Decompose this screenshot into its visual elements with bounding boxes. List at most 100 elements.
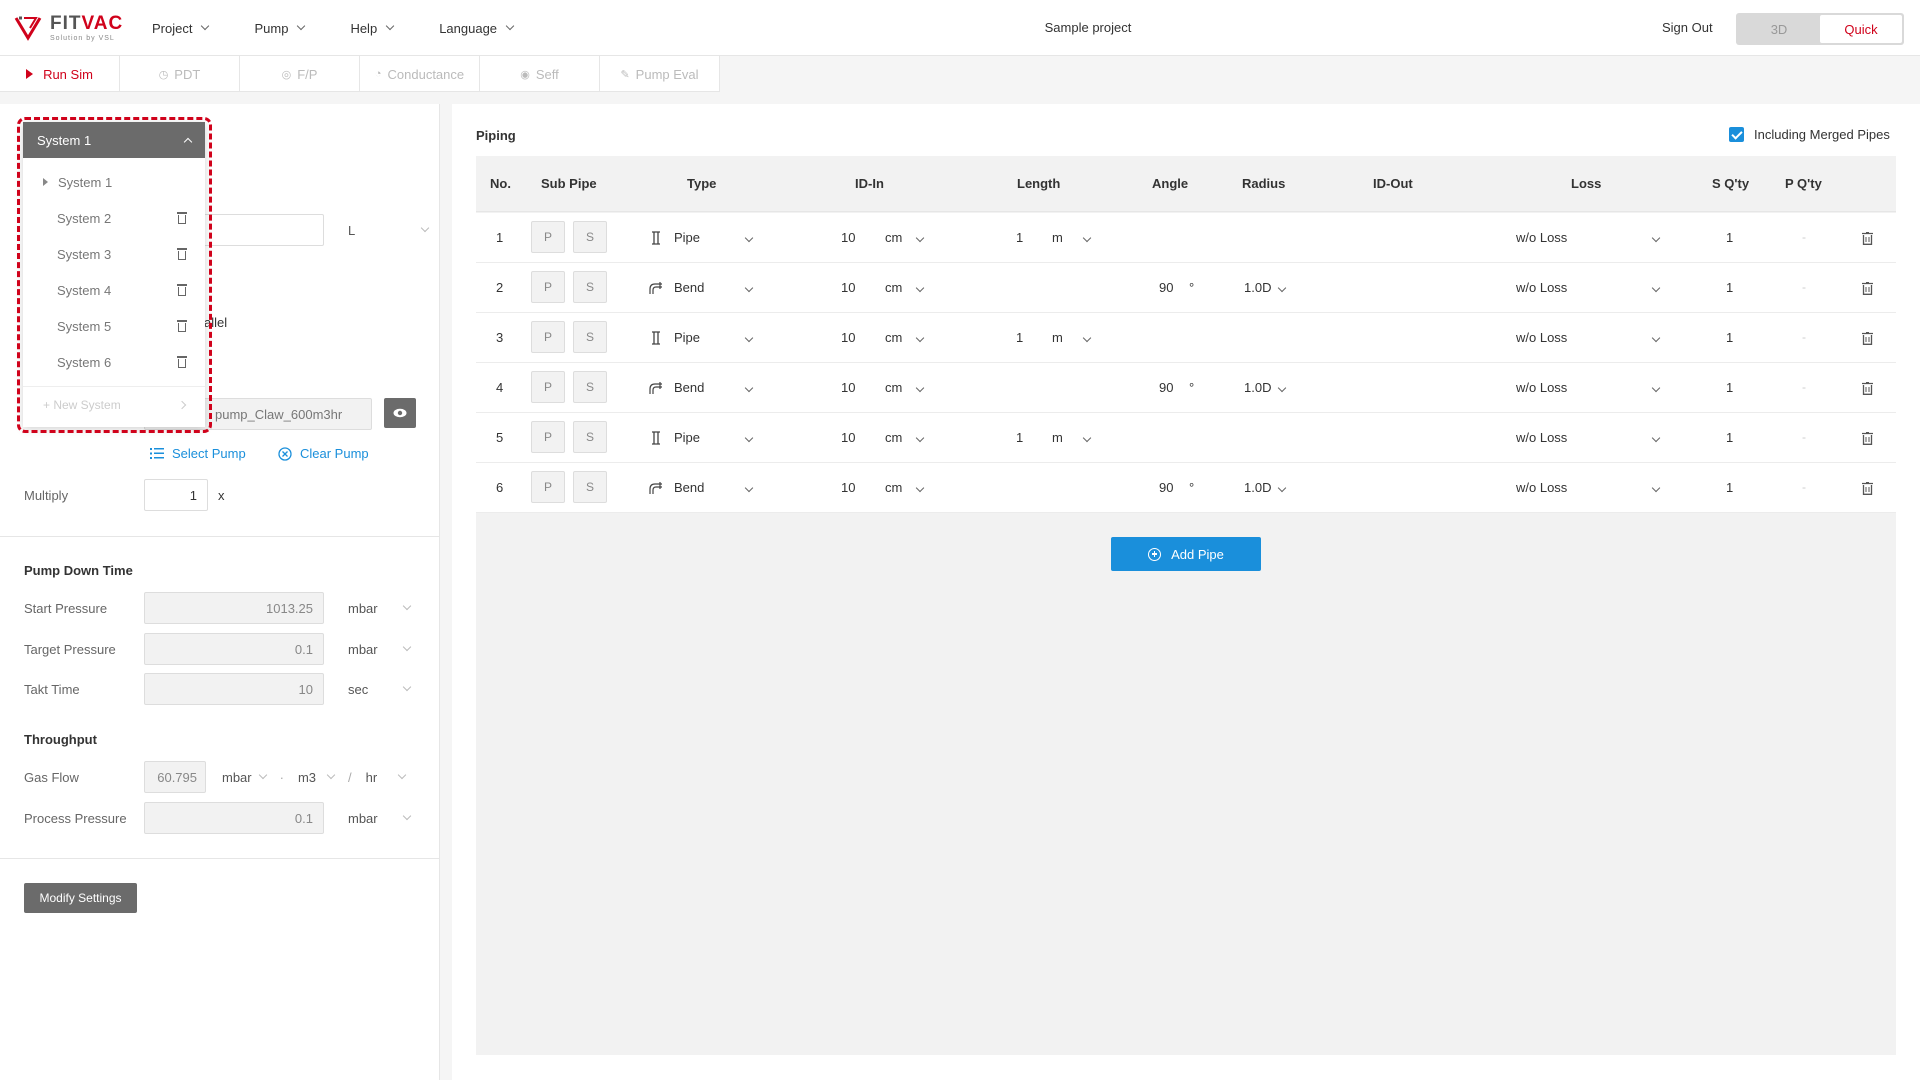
menu-project[interactable]: Project	[152, 21, 210, 36]
sub-pipe-s-button[interactable]: S	[573, 271, 607, 303]
s-qty-input[interactable]: 1	[1726, 280, 1733, 295]
trash-icon[interactable]	[1862, 232, 1873, 245]
process-pressure-unit-select[interactable]: mbar	[348, 811, 412, 826]
length-input[interactable]: 1	[1016, 230, 1023, 245]
sign-out-link[interactable]: Sign Out	[1662, 20, 1713, 35]
chevron-down-icon	[1651, 283, 1661, 293]
start-pressure-unit-select[interactable]: mbar	[348, 601, 412, 616]
length-input[interactable]: 1	[1016, 430, 1023, 445]
trash-icon[interactable]	[1862, 332, 1873, 345]
length-unit-select[interactable]: m	[1052, 330, 1063, 345]
length-unit-select[interactable]: m	[1052, 430, 1063, 445]
id-in-unit-select[interactable]: cm	[885, 430, 902, 445]
id-in-unit-select[interactable]: cm	[885, 230, 902, 245]
sub-pipe-s-button[interactable]: S	[573, 321, 607, 353]
id-in-unit-select[interactable]: cm	[885, 330, 902, 345]
sub-pipe-p-button[interactable]: P	[531, 271, 565, 303]
s-qty-input[interactable]: 1	[1726, 430, 1733, 445]
loss-select[interactable]: w/o Loss	[1516, 430, 1567, 445]
sub-pipe-p-button[interactable]: P	[531, 421, 565, 453]
angle-input[interactable]: 90	[1159, 280, 1173, 295]
chevron-down-icon	[326, 770, 336, 780]
radius-select[interactable]: 1.0D	[1244, 380, 1271, 395]
fp-button[interactable]: ◎ F/P	[240, 56, 360, 92]
pump-eval-button[interactable]: ✎ Pump Eval	[600, 56, 720, 92]
target-pressure-input[interactable]: 0.1	[144, 633, 324, 665]
menu-help[interactable]: Help	[350, 21, 395, 36]
id-in-input[interactable]: 10	[841, 230, 855, 245]
length-input[interactable]: 1	[1016, 330, 1023, 345]
process-pressure-input[interactable]: 0.1	[144, 802, 324, 834]
add-pipe-button[interactable]: Add Pipe	[1111, 537, 1261, 571]
id-in-unit-select[interactable]: cm	[885, 380, 902, 395]
s-qty-input[interactable]: 1	[1726, 230, 1733, 245]
s-qty-input[interactable]: 1	[1726, 380, 1733, 395]
trash-icon[interactable]	[1862, 432, 1873, 445]
trash-icon[interactable]	[1862, 382, 1873, 395]
id-in-input[interactable]: 10	[841, 430, 855, 445]
multiply-input[interactable]: 1	[144, 479, 208, 511]
multiply-suffix: x	[218, 487, 225, 503]
id-in-unit-select[interactable]: cm	[885, 480, 902, 495]
gas-flow-unit1-select[interactable]: mbar	[222, 770, 267, 785]
sub-pipe-s-button[interactable]: S	[573, 421, 607, 453]
type-select[interactable]: Bend	[674, 380, 704, 395]
modify-settings-button[interactable]: Modify Settings	[24, 883, 137, 913]
mode-quick-button[interactable]: Quick	[1820, 15, 1902, 43]
chevron-down-icon	[915, 283, 925, 293]
run-sim-button[interactable]: Run Sim	[0, 56, 120, 92]
conductance-button[interactable]: ◔ Conductance	[360, 56, 480, 92]
sub-pipe-s-button[interactable]: S	[573, 471, 607, 503]
type-select[interactable]: Pipe	[674, 430, 700, 445]
id-in-input[interactable]: 10	[841, 280, 855, 295]
radius-select[interactable]: 1.0D	[1244, 280, 1271, 295]
gas-flow-unit3-select[interactable]: hr	[366, 770, 407, 785]
p-qty-value: -	[1802, 430, 1806, 444]
angle-input[interactable]: 90	[1159, 480, 1173, 495]
length-unit-select[interactable]: m	[1052, 230, 1063, 245]
seff-button[interactable]: ◉ Seff	[480, 56, 600, 92]
start-pressure-input[interactable]: 1013.25	[144, 592, 324, 624]
type-select[interactable]: Bend	[674, 480, 704, 495]
sub-pipe-s-button[interactable]: S	[573, 221, 607, 253]
angle-input[interactable]: 90	[1159, 380, 1173, 395]
mode-3d-button[interactable]: 3D	[1738, 15, 1820, 43]
loss-select[interactable]: w/o Loss	[1516, 480, 1567, 495]
type-select[interactable]: Bend	[674, 280, 704, 295]
loss-select[interactable]: w/o Loss	[1516, 330, 1567, 345]
s-qty-input[interactable]: 1	[1726, 330, 1733, 345]
sub-pipe-p-button[interactable]: P	[531, 321, 565, 353]
loss-select[interactable]: w/o Loss	[1516, 380, 1567, 395]
including-merged-pipes-checkbox[interactable]: Including Merged Pipes	[1729, 127, 1890, 142]
radius-select[interactable]: 1.0D	[1244, 480, 1271, 495]
s-qty-input[interactable]: 1	[1726, 480, 1733, 495]
chevron-down-icon	[402, 601, 412, 611]
fitvac-logo[interactable]: FITVAC Solution by VSL	[14, 14, 123, 42]
loss-select[interactable]: w/o Loss	[1516, 230, 1567, 245]
volume-unit-select[interactable]: L	[348, 223, 430, 238]
gas-flow-input[interactable]: 60.795	[144, 761, 206, 793]
view-pump-button[interactable]	[384, 398, 416, 428]
menu-pump[interactable]: Pump	[254, 21, 306, 36]
pdt-button[interactable]: ◷ PDT	[120, 56, 240, 92]
type-select[interactable]: Pipe	[674, 330, 700, 345]
takt-time-input[interactable]: 10	[144, 673, 324, 705]
sub-pipe-p-button[interactable]: P	[531, 221, 565, 253]
target-pressure-unit-select[interactable]: mbar	[348, 642, 412, 657]
clear-pump-link[interactable]: Clear Pump	[278, 446, 369, 461]
id-in-unit-select[interactable]: cm	[885, 280, 902, 295]
id-in-input[interactable]: 10	[841, 480, 855, 495]
sub-pipe-p-button[interactable]: P	[531, 471, 565, 503]
trash-icon[interactable]	[1862, 282, 1873, 295]
sub-pipe-p-button[interactable]: P	[531, 371, 565, 403]
gas-flow-unit2-select[interactable]: m3	[298, 770, 336, 785]
id-in-input[interactable]: 10	[841, 330, 855, 345]
trash-icon[interactable]	[1862, 482, 1873, 495]
loss-select[interactable]: w/o Loss	[1516, 280, 1567, 295]
takt-time-unit-select[interactable]: sec	[348, 682, 412, 697]
select-pump-link[interactable]: Select Pump	[150, 446, 246, 461]
menu-language[interactable]: Language	[439, 21, 515, 36]
type-select[interactable]: Pipe	[674, 230, 700, 245]
id-in-input[interactable]: 10	[841, 380, 855, 395]
sub-pipe-s-button[interactable]: S	[573, 371, 607, 403]
